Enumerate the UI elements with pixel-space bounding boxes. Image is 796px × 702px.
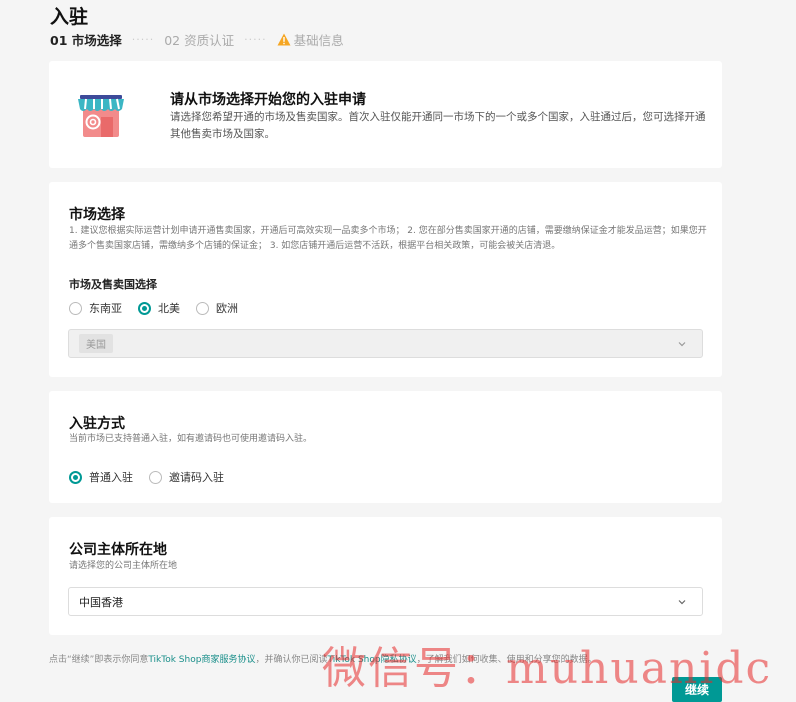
step-qualification: 02 资质认证 (164, 33, 235, 48)
entry-section-description: 当前市场已支持普通入驻，如有邀请码也可使用邀请码入驻。 (69, 434, 313, 444)
intro-description: 请选择您希望开通的市场及售卖国家。首次入驻仅能开通同一市场下的一个或多个国家，入… (170, 111, 706, 140)
country-select[interactable]: 美国 (68, 329, 703, 358)
step-market-selection: 01 市场选择 (50, 33, 122, 48)
market-section-description: 1. 建议您根据实际运营计划申请开通售卖国家，开通后可高效实现一品卖多个市场； … (69, 226, 707, 251)
agreement-middle: ，并确认你已阅读 (255, 655, 328, 665)
market-radio-group: 东南亚 北美 欧洲 (69, 300, 254, 316)
page-title: 入驻 (50, 6, 89, 28)
step-separator: ····· (244, 33, 267, 46)
radio-label: 欧洲 (216, 302, 238, 315)
company-location-value: 中国香港 (79, 595, 123, 609)
country-tag: 美国 (79, 334, 113, 353)
radio-label: 邀请码入驻 (169, 471, 224, 484)
radio-label: 北美 (158, 302, 180, 315)
step-basic-info: 基础信息 (293, 33, 344, 48)
entry-section-title: 入驻方式 (69, 416, 125, 432)
continue-button[interactable]: 继续 (672, 677, 722, 702)
chevron-down-icon (678, 342, 686, 347)
merchant-agreement-link[interactable]: TikTok Shop商家服务协议 (148, 655, 255, 665)
radio-button[interactable] (149, 470, 162, 484)
radio-button-checked[interactable] (138, 301, 151, 315)
market-option-north-america[interactable]: 北美 (138, 300, 180, 316)
market-option-europe[interactable]: 欧洲 (196, 300, 238, 316)
radio-button[interactable] (196, 301, 209, 315)
company-section-title: 公司主体所在地 (69, 542, 167, 558)
radio-label: 普通入驻 (89, 471, 133, 484)
privacy-agreement-link[interactable]: TikTok Shop隐私协议 (327, 655, 416, 665)
market-selection-card: 市场选择 1. 建议您根据实际运营计划申请开通售卖国家，开通后可高效实现一品卖多… (49, 182, 722, 377)
agreement-text: 点击“继续”即表示你同意TikTok Shop商家服务协议，并确认你已阅读Tik… (49, 652, 597, 665)
company-location-card: 公司主体所在地 请选择您的公司主体所在地 中国香港 (49, 517, 722, 635)
intro-card: 请从市场选择开始您的入驻申请 请选择您希望开通的市场及售卖国家。首次入驻仅能开通… (49, 61, 722, 168)
market-section-title: 市场选择 (69, 207, 125, 223)
market-option-sea[interactable]: 东南亚 (69, 300, 122, 316)
entry-radio-group: 普通入驻 邀请码入驻 (69, 469, 240, 485)
radio-label: 东南亚 (89, 302, 122, 315)
step-separator: ····· (131, 33, 155, 46)
entry-method-card: 入驻方式 当前市场已支持普通入驻，如有邀请码也可使用邀请码入驻。 普通入驻 邀请… (49, 391, 722, 503)
entry-option-invite-code[interactable]: 邀请码入驻 (149, 469, 224, 485)
intro-title: 请从市场选择开始您的入驻申请 (170, 92, 366, 108)
company-section-description: 请选择您的公司主体所在地 (69, 561, 178, 571)
company-location-select[interactable]: 中国香港 (68, 587, 703, 616)
step-indicator: 01 市场选择 ····· 02 资质认证 ····· 基础信息 (50, 30, 344, 49)
chevron-down-icon (678, 600, 686, 605)
market-country-subtitle: 市场及售卖国选择 (69, 278, 157, 291)
agreement-prefix: 点击“继续”即表示你同意 (49, 655, 149, 665)
radio-button-checked[interactable] (69, 470, 82, 484)
entry-option-normal[interactable]: 普通入驻 (69, 469, 133, 485)
shop-icon (78, 95, 124, 137)
radio-button[interactable] (69, 301, 82, 315)
agreement-suffix: ，了解我们如何收集、使用和分享您的数据。 (416, 655, 597, 665)
warning-icon (277, 33, 291, 46)
